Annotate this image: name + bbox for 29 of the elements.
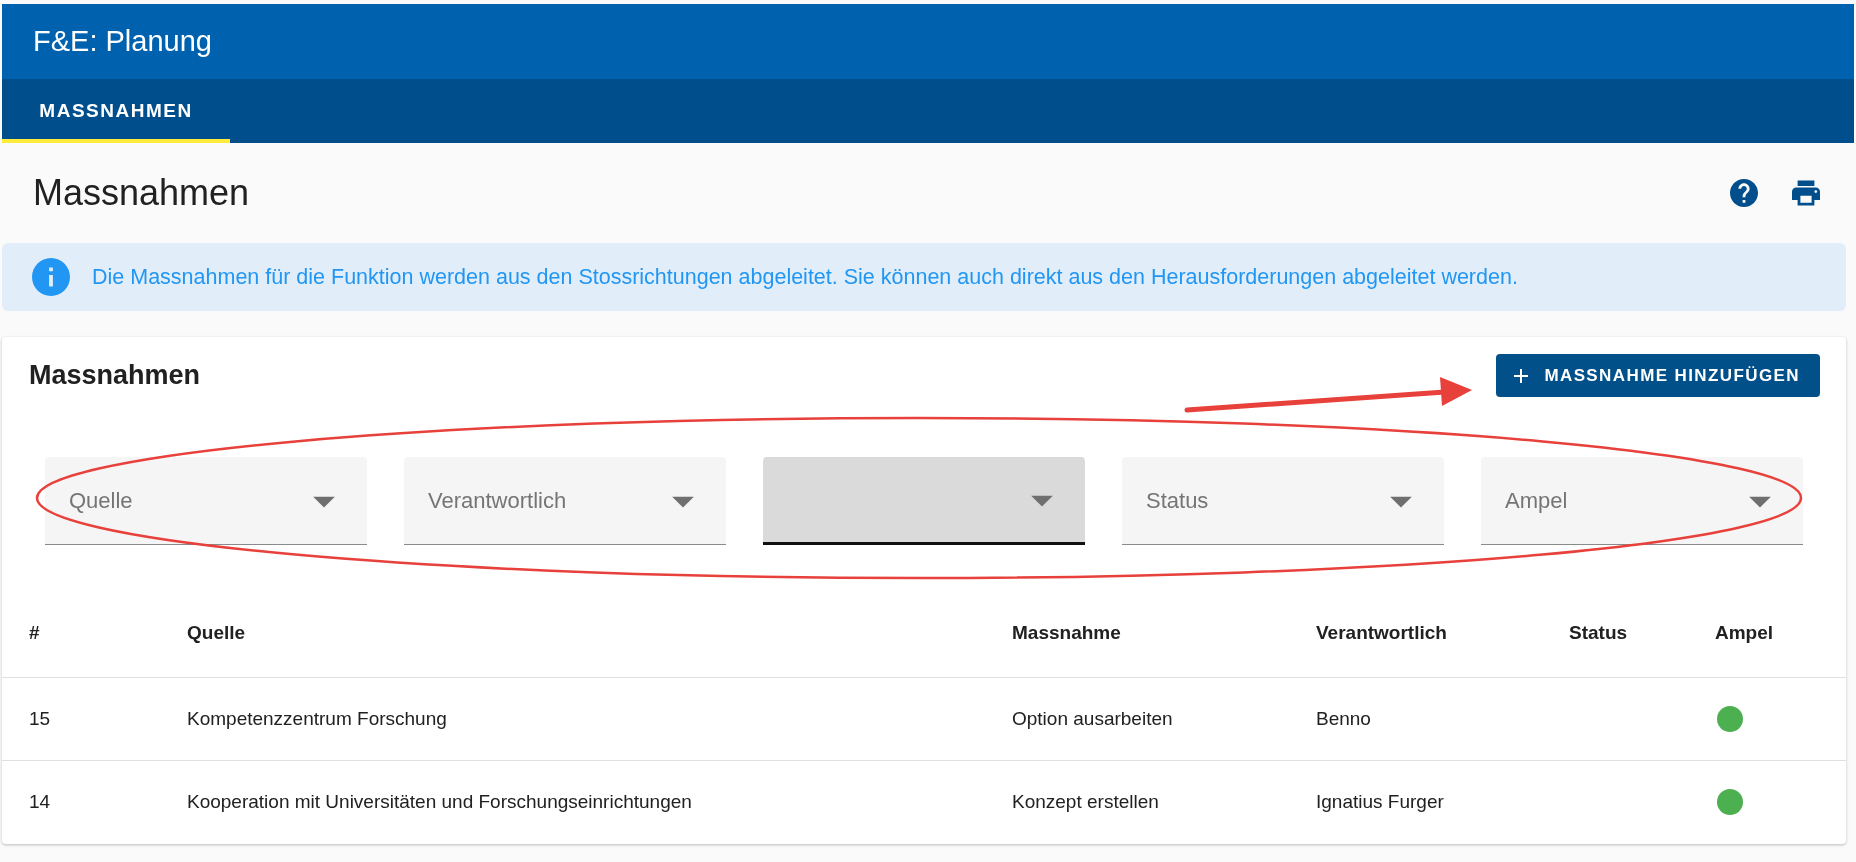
column-header: Verantwortlich: [1316, 622, 1448, 644]
tab[interactable]: MASSNAHMEN: [2, 79, 230, 143]
card-title: Massnahmen: [29, 360, 201, 391]
help-icon[interactable]: [1730, 179, 1758, 207]
filter-dropdown[interactable]: [763, 457, 1085, 545]
column-header: #: [29, 622, 41, 644]
plus-icon: [1512, 366, 1531, 385]
info-icon: [32, 258, 70, 296]
add-button[interactable]: MASSNAHME HINZUFÜGEN: [1496, 354, 1820, 397]
table-cell-text: Option ausarbeiten: [1012, 708, 1174, 730]
column-header: Massnahme: [1012, 622, 1122, 644]
info-text: Die Massnahmen für die Funktion werden aus den Stossrichtungen abgeleitet. Sie können auch direkt aus den Herausforderungen abgeleitet werden.: [92, 264, 1518, 290]
table-cell-text: Kompetenzzentrum Forschung: [187, 708, 448, 730]
table-cell-text: Ignatius Furger: [1316, 791, 1445, 813]
column-header: Ampel: [1715, 622, 1775, 644]
page-title: Massnahmen: [33, 172, 251, 214]
column-header: Status: [1569, 622, 1629, 644]
table-cell-text: 14: [29, 791, 52, 813]
table-cell-text: Kooperation mit Universitäten und Forschungseinrichtungen: [187, 791, 693, 813]
table-cell-text: Konzept erstellen: [1012, 791, 1160, 813]
filter-dropdown[interactable]: Status: [1122, 457, 1444, 545]
table-cell-text: 15: [29, 708, 52, 730]
column-header: Quelle: [187, 622, 247, 644]
filter-dropdown[interactable]: Verantwortlich: [404, 457, 726, 545]
print-icon[interactable]: [1792, 179, 1820, 207]
filter-dropdown[interactable]: Quelle: [45, 457, 367, 545]
filter-dropdown[interactable]: Ampel: [1481, 457, 1803, 545]
app-title: F&E: Planung: [33, 25, 212, 58]
table-cell-text: Benno: [1316, 708, 1372, 730]
